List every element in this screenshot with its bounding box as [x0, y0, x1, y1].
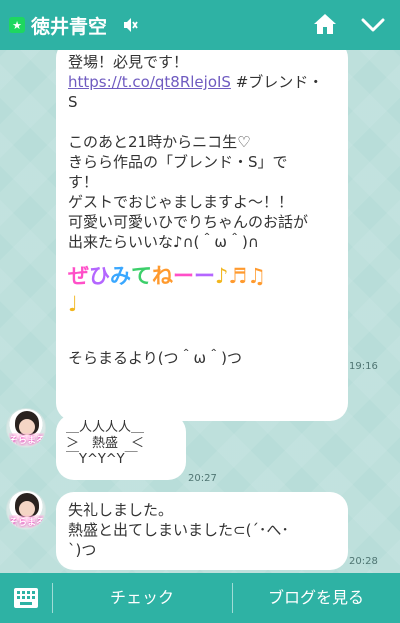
- message-line: 登場！必見です！: [68, 53, 189, 71]
- bottom-menu: チェック ブログを見る: [0, 573, 400, 623]
- view-blog-button[interactable]: ブログを見る: [232, 573, 400, 623]
- message-signature: そらまるより(つ＾ω＾)つ: [68, 349, 242, 367]
- message-bubble[interactable]: 登場！必見です！ https://t.co/qt8RlejoIS #ブレンド・ …: [56, 50, 348, 421]
- message-line: 熱盛と出てしまいました⊂(´･へ･: [68, 521, 289, 539]
- tweet-link[interactable]: https://t.co/qt8RlejoIS: [68, 73, 231, 91]
- hashtag-text: #ブレンド・: [230, 73, 324, 91]
- star-badge-icon: ★: [9, 17, 25, 33]
- message-line: ￣Y^Y^Y￣: [66, 452, 138, 467]
- message-line: 出来たらいいな♪∩(＾ω＾)∩: [68, 233, 259, 251]
- message-bubble[interactable]: ＿人人人人＿ ＞ 熱盛 ＜ ￣Y^Y^Y￣: [56, 414, 186, 480]
- header-bar: ★ 徳井青空: [0, 0, 400, 50]
- check-button[interactable]: チェック: [52, 573, 232, 623]
- keyboard-icon: [14, 588, 38, 608]
- home-icon[interactable]: [312, 12, 338, 36]
- avatar[interactable]: そらまる: [6, 408, 46, 448]
- message-line: このあと21時からニコ生♡: [68, 133, 251, 151]
- message-line: `)つ: [68, 541, 97, 559]
- message-line: [68, 112, 340, 132]
- message-line: ＞ 熱盛 ＜: [66, 436, 145, 451]
- message-line: https://t.co/qt8RlejoIS #ブレンド・: [68, 72, 340, 92]
- message-time: 19:16: [349, 361, 378, 372]
- message-line: ＿人人人人＿: [66, 420, 145, 435]
- message-time: 20:28: [349, 556, 378, 567]
- message-line: ゲストでおじゃましますよ～！！: [68, 193, 294, 211]
- date-divider: 今日: [178, 375, 222, 395]
- mute-icon[interactable]: [122, 16, 140, 34]
- emoji-text: ぜひみてねーー♪♬♫ ♩: [68, 264, 267, 316]
- message-bubble[interactable]: 失礼しました。 熱盛と出てしまいました⊂(´･へ･ `)つ: [56, 492, 348, 570]
- avatar-label: そらまる: [9, 515, 45, 528]
- chat-area[interactable]: 登場！必見です！ https://t.co/qt8RlejoIS #ブレンド・ …: [0, 50, 400, 573]
- message-time: 20:27: [188, 473, 217, 484]
- chevron-down-icon[interactable]: [360, 14, 386, 36]
- message-line: 可愛い可愛いひでりちゃんのお話が: [68, 213, 309, 231]
- avatar-label: そらまる: [9, 433, 45, 446]
- message-line: す！: [68, 173, 99, 191]
- keyboard-button[interactable]: [0, 573, 52, 623]
- message-line: きらら作品の「ブレンド・S」で: [68, 153, 288, 171]
- page-title: 徳井青空: [31, 16, 108, 38]
- message-line: S: [68, 93, 78, 111]
- avatar[interactable]: そらまる: [6, 490, 46, 530]
- message-line: 失礼しました。: [68, 501, 174, 519]
